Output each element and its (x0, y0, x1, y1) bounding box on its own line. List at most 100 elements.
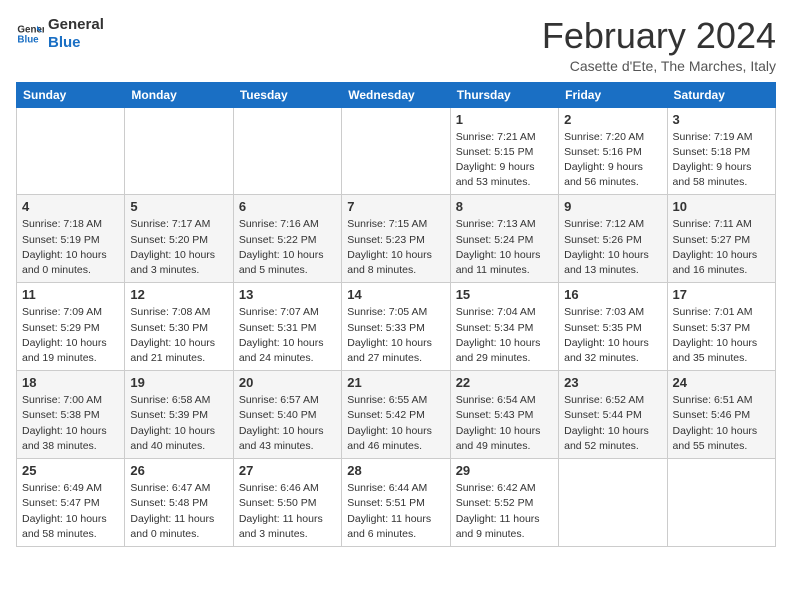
day-info: Sunrise: 7:12 AM Sunset: 5:26 PM Dayligh… (564, 217, 661, 278)
week-row-0: 1 Sunrise: 7:21 AM Sunset: 5:15 PM Daylig… (17, 107, 776, 195)
calendar-cell: 27 Sunrise: 6:46 AM Sunset: 5:50 PM Dayli… (233, 459, 341, 547)
calendar-cell: 13 Sunrise: 7:07 AM Sunset: 5:31 PM Dayli… (233, 283, 341, 371)
calendar-cell: 14 Sunrise: 7:05 AM Sunset: 5:33 PM Dayli… (342, 283, 450, 371)
calendar-cell: 17Sunrise: 7:01 AM Sunset: 5:37 PM Dayli… (667, 283, 775, 371)
calendar-cell: 5 Sunrise: 7:17 AM Sunset: 5:20 PM Daylig… (125, 195, 233, 283)
day-number: 1 (456, 112, 553, 127)
day-info: Sunrise: 6:42 AM Sunset: 5:52 PM Dayligh… (456, 481, 553, 542)
calendar-cell: 3 Sunrise: 7:19 AM Sunset: 5:18 PM Daylig… (667, 107, 775, 195)
day-info: Sunrise: 7:20 AM Sunset: 5:16 PM Dayligh… (564, 130, 661, 191)
day-info: Sunrise: 7:15 AM Sunset: 5:23 PM Dayligh… (347, 217, 444, 278)
day-info: Sunrise: 7:18 AM Sunset: 5:19 PM Dayligh… (22, 217, 119, 278)
day-info: Sunrise: 6:47 AM Sunset: 5:48 PM Dayligh… (130, 481, 227, 542)
day-number: 13 (239, 287, 336, 302)
calendar-cell: 23 Sunrise: 6:52 AM Sunset: 5:44 PM Dayli… (559, 371, 667, 459)
day-number: 9 (564, 199, 661, 214)
day-number: 21 (347, 375, 444, 390)
day-number: 24 (673, 375, 770, 390)
day-info: Sunrise: 7:04 AM Sunset: 5:34 PM Dayligh… (456, 305, 553, 366)
day-info: Sunrise: 7:16 AM Sunset: 5:22 PM Dayligh… (239, 217, 336, 278)
day-number: 29 (456, 463, 553, 478)
header-row: SundayMondayTuesdayWednesdayThursdayFrid… (17, 82, 776, 107)
day-number: 28 (347, 463, 444, 478)
logo: General Blue General Blue (16, 16, 104, 52)
logo-line1: General (48, 16, 104, 34)
day-info: Sunrise: 6:49 AM Sunset: 5:47 PM Dayligh… (22, 481, 119, 542)
title-block: February 2024 Casette d'Ete, The Marches… (542, 16, 776, 74)
calendar-cell (233, 107, 341, 195)
calendar-table: SundayMondayTuesdayWednesdayThursdayFrid… (16, 82, 776, 547)
calendar-cell: 16 Sunrise: 7:03 AM Sunset: 5:35 PM Dayli… (559, 283, 667, 371)
calendar-cell: 26 Sunrise: 6:47 AM Sunset: 5:48 PM Dayli… (125, 459, 233, 547)
calendar-cell: 25Sunrise: 6:49 AM Sunset: 5:47 PM Dayli… (17, 459, 125, 547)
day-info: Sunrise: 6:54 AM Sunset: 5:43 PM Dayligh… (456, 393, 553, 454)
page-header: General Blue General Blue February 2024 … (16, 16, 776, 74)
day-number: 8 (456, 199, 553, 214)
day-info: Sunrise: 7:03 AM Sunset: 5:35 PM Dayligh… (564, 305, 661, 366)
day-number: 7 (347, 199, 444, 214)
calendar-cell (17, 107, 125, 195)
calendar-cell: 21 Sunrise: 6:55 AM Sunset: 5:42 PM Dayli… (342, 371, 450, 459)
day-number: 2 (564, 112, 661, 127)
day-number: 23 (564, 375, 661, 390)
day-number: 19 (130, 375, 227, 390)
day-number: 12 (130, 287, 227, 302)
location: Casette d'Ete, The Marches, Italy (542, 58, 776, 74)
col-header-thursday: Thursday (450, 82, 558, 107)
day-number: 4 (22, 199, 119, 214)
day-number: 6 (239, 199, 336, 214)
day-number: 10 (673, 199, 770, 214)
day-info: Sunrise: 7:05 AM Sunset: 5:33 PM Dayligh… (347, 305, 444, 366)
calendar-cell: 1 Sunrise: 7:21 AM Sunset: 5:15 PM Daylig… (450, 107, 558, 195)
day-info: Sunrise: 7:13 AM Sunset: 5:24 PM Dayligh… (456, 217, 553, 278)
calendar-cell: 4 Sunrise: 7:18 AM Sunset: 5:19 PM Daylig… (17, 195, 125, 283)
logo-line2: Blue (48, 34, 104, 52)
day-info: Sunrise: 6:52 AM Sunset: 5:44 PM Dayligh… (564, 393, 661, 454)
logo-icon: General Blue (16, 20, 44, 48)
day-info: Sunrise: 7:11 AM Sunset: 5:27 PM Dayligh… (673, 217, 770, 278)
day-number: 27 (239, 463, 336, 478)
day-info: Sunrise: 7:21 AM Sunset: 5:15 PM Dayligh… (456, 130, 553, 191)
week-row-1: 4 Sunrise: 7:18 AM Sunset: 5:19 PM Daylig… (17, 195, 776, 283)
day-info: Sunrise: 7:07 AM Sunset: 5:31 PM Dayligh… (239, 305, 336, 366)
day-number: 14 (347, 287, 444, 302)
day-number: 5 (130, 199, 227, 214)
col-header-saturday: Saturday (667, 82, 775, 107)
calendar-cell (342, 107, 450, 195)
calendar-cell: 20 Sunrise: 6:57 AM Sunset: 5:40 PM Dayli… (233, 371, 341, 459)
week-row-4: 25Sunrise: 6:49 AM Sunset: 5:47 PM Dayli… (17, 459, 776, 547)
calendar-cell: 11 Sunrise: 7:09 AM Sunset: 5:29 PM Dayli… (17, 283, 125, 371)
day-info: Sunrise: 7:00 AM Sunset: 5:38 PM Dayligh… (22, 393, 119, 454)
day-number: 11 (22, 287, 119, 302)
day-info: Sunrise: 6:44 AM Sunset: 5:51 PM Dayligh… (347, 481, 444, 542)
day-info: Sunrise: 6:57 AM Sunset: 5:40 PM Dayligh… (239, 393, 336, 454)
col-header-wednesday: Wednesday (342, 82, 450, 107)
svg-text:Blue: Blue (17, 34, 39, 45)
calendar-cell: 6 Sunrise: 7:16 AM Sunset: 5:22 PM Daylig… (233, 195, 341, 283)
col-header-sunday: Sunday (17, 82, 125, 107)
calendar-cell: 15 Sunrise: 7:04 AM Sunset: 5:34 PM Dayli… (450, 283, 558, 371)
day-info: Sunrise: 6:58 AM Sunset: 5:39 PM Dayligh… (130, 393, 227, 454)
day-info: Sunrise: 6:55 AM Sunset: 5:42 PM Dayligh… (347, 393, 444, 454)
day-info: Sunrise: 6:46 AM Sunset: 5:50 PM Dayligh… (239, 481, 336, 542)
calendar-cell (559, 459, 667, 547)
day-number: 16 (564, 287, 661, 302)
month-title: February 2024 (542, 16, 776, 56)
calendar-cell (667, 459, 775, 547)
calendar-cell (125, 107, 233, 195)
calendar-cell: 8 Sunrise: 7:13 AM Sunset: 5:24 PM Daylig… (450, 195, 558, 283)
day-number: 20 (239, 375, 336, 390)
day-info: Sunrise: 7:09 AM Sunset: 5:29 PM Dayligh… (22, 305, 119, 366)
day-number: 26 (130, 463, 227, 478)
day-number: 15 (456, 287, 553, 302)
day-info: Sunrise: 6:51 AM Sunset: 5:46 PM Dayligh… (673, 393, 770, 454)
calendar-cell: 10 Sunrise: 7:11 AM Sunset: 5:27 PM Dayli… (667, 195, 775, 283)
col-header-friday: Friday (559, 82, 667, 107)
calendar-cell: 9 Sunrise: 7:12 AM Sunset: 5:26 PM Daylig… (559, 195, 667, 283)
day-info: Sunrise: 7:19 AM Sunset: 5:18 PM Dayligh… (673, 130, 770, 191)
day-number: 3 (673, 112, 770, 127)
day-number: 22 (456, 375, 553, 390)
calendar-cell: 28 Sunrise: 6:44 AM Sunset: 5:51 PM Dayli… (342, 459, 450, 547)
calendar-cell: 29 Sunrise: 6:42 AM Sunset: 5:52 PM Dayli… (450, 459, 558, 547)
day-info: Sunrise: 7:17 AM Sunset: 5:20 PM Dayligh… (130, 217, 227, 278)
